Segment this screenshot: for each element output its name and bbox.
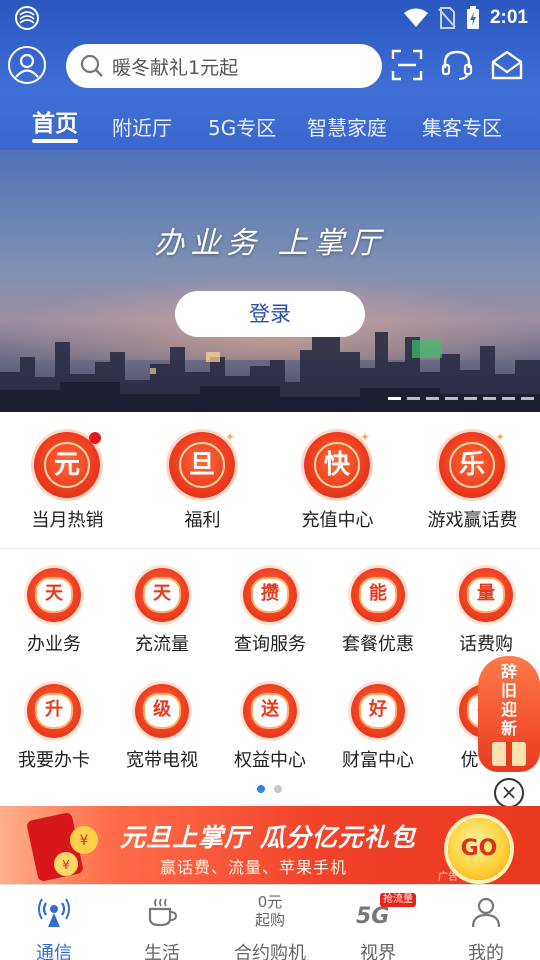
promo-banner[interactable]: ¥ ¥ 元旦上掌厅 瓜分亿元礼包 赢话费、流量、苹果手机 GO 广告 [0, 806, 540, 884]
search-icon [80, 54, 103, 77]
featured-game[interactable]: 乐 ✦ 游戏赢话费 [405, 426, 540, 536]
nav-life[interactable]: 生活 [108, 885, 216, 960]
hao-badge-icon: 好 [351, 684, 405, 738]
hero-banner[interactable]: 办业务 上掌厅 登录 [0, 150, 540, 412]
service-label: 财富中心 [342, 750, 414, 771]
promo-title: 元旦上掌厅 瓜分亿元礼包 [120, 823, 416, 852]
gift-icon [492, 742, 526, 766]
tab-home[interactable]: 首页 [32, 104, 78, 138]
search-placeholder: 暖冬献礼1元起 [112, 56, 239, 79]
floating-ad[interactable]: 辞旧迎新 [478, 656, 540, 772]
status-bar: 2:01 [0, 0, 540, 36]
tian-badge-icon: 天 [135, 568, 189, 622]
service-label: 充流量 [135, 634, 189, 655]
login-button[interactable]: 登录 [175, 291, 365, 337]
nav-vision[interactable]: 5G 抢流量 视界 [324, 885, 432, 960]
status-icons: 2:01 [403, 6, 528, 30]
search-input[interactable]: 暖冬献礼1元起 [66, 44, 382, 88]
zan-badge-icon: 攒 [243, 568, 297, 622]
featured-row: 元 当月热销 旦 ✦ 福利 快 ✦ 充值中心 乐 ✦ 游戏赢话费 [0, 426, 540, 536]
banner-slogan: 办业务 上掌厅 [154, 226, 386, 261]
featured-label: 当月热销 [31, 510, 104, 531]
featured-label: 充值中心 [301, 510, 374, 531]
service-label: 套餐优惠 [342, 634, 414, 655]
headset-icon[interactable] [440, 48, 474, 82]
sheng-badge-icon: 升 [27, 684, 81, 738]
banner-pager [388, 397, 534, 400]
service-business[interactable]: 天 办业务 [0, 562, 108, 672]
zero-yuan-icon: 0元 起购 [254, 893, 285, 929]
song-badge-icon: 送 [243, 684, 297, 738]
featured-monthly-hot[interactable]: 元 当月热销 [0, 426, 135, 536]
avatar[interactable] [8, 46, 46, 84]
svg-text:5G: 5G [356, 904, 389, 929]
nav-label: 我的 [468, 943, 504, 960]
signal-icon [38, 898, 70, 927]
floating-ad-text: 辞旧迎新 [500, 662, 517, 738]
ad-tag: 广告 [438, 872, 458, 883]
nav-label: 合约购机 [234, 943, 306, 960]
scan-icon[interactable] [390, 48, 424, 82]
service-label: 查询服务 [234, 634, 306, 655]
red-envelope-icon: ¥ ¥ [27, 813, 98, 881]
coffee-icon [148, 898, 178, 927]
featured-recharge[interactable]: 快 ✦ 充值中心 [270, 426, 405, 536]
service-data-recharge[interactable]: 天 充流量 [108, 562, 216, 672]
service-benefits[interactable]: 送 权益中心 [216, 678, 324, 788]
service-query[interactable]: 攒 查询服务 [216, 562, 324, 672]
service-label: 我要办卡 [18, 750, 90, 771]
nav-label: 视界 [360, 943, 396, 960]
svg-text:¥: ¥ [62, 858, 70, 872]
person-icon [471, 897, 501, 928]
grid-pager [257, 785, 282, 793]
sparkle-icon: ✦ [225, 430, 236, 444]
sparkle-icon: ✦ [495, 430, 506, 444]
user-icon [15, 53, 39, 78]
carrier-logo-icon [15, 6, 39, 30]
section-divider [0, 548, 540, 549]
message-icon[interactable] [490, 48, 524, 82]
top-toolbar: 暖冬献礼1元起 [0, 42, 540, 90]
nav-mine[interactable]: 我的 [432, 885, 540, 960]
sparkle-icon: ✦ [360, 430, 371, 444]
wifi-icon [403, 8, 428, 27]
svg-text:¥: ¥ [80, 833, 89, 849]
nav-label: 通信 [36, 943, 72, 960]
close-icon[interactable]: × [494, 778, 524, 808]
notification-dot [89, 432, 101, 444]
tab-nearby[interactable]: 附近厅 [112, 112, 172, 141]
liang-badge-icon: 量 [459, 568, 513, 622]
service-label: 宽带电视 [126, 750, 198, 771]
nav-badge: 抢流量 [380, 893, 416, 907]
service-plan-offers[interactable]: 能 套餐优惠 [324, 562, 432, 672]
service-credit-shop[interactable]: 量 话费购 [432, 562, 540, 672]
bottom-nav: 通信 生活 0元 起购 合约购机 5G 抢流量 视界 我的 [0, 884, 540, 960]
featured-welfare[interactable]: 旦 ✦ 福利 [135, 426, 270, 536]
tab-active-indicator [32, 139, 78, 143]
ji-badge-icon: 级 [135, 684, 189, 738]
nav-label: 生活 [144, 943, 180, 960]
service-get-sim[interactable]: 升 我要办卡 [0, 678, 108, 788]
neng-badge-icon: 能 [351, 568, 405, 622]
tab-bar: 首页 附近厅 5G专区 智慧家庭 集客专区 [0, 104, 540, 148]
featured-label: 游戏赢话费 [427, 510, 518, 531]
featured-label: 福利 [184, 510, 221, 531]
service-wealth[interactable]: 好 财富中心 [324, 678, 432, 788]
tab-smart-home[interactable]: 智慧家庭 [307, 112, 387, 141]
service-broadband-tv[interactable]: 级 宽带电视 [108, 678, 216, 788]
status-time: 2:01 [489, 7, 528, 28]
tab-5g[interactable]: 5G专区 [208, 112, 276, 141]
promo-subtitle: 赢话费、流量、苹果手机 [160, 858, 348, 877]
tab-enterprise[interactable]: 集客专区 [422, 112, 502, 141]
service-label: 权益中心 [234, 750, 306, 771]
nav-contract-phone[interactable]: 0元 起购 合约购机 [216, 885, 324, 960]
service-label: 话费购 [459, 634, 513, 655]
header: 2:01 暖冬献礼1元起 首页 附近厅 5G专区 智慧家庭 集客专区 [0, 0, 540, 150]
nav-communication[interactable]: 通信 [0, 885, 108, 960]
service-label: 办业务 [27, 634, 81, 655]
battery-charging-icon [466, 6, 479, 29]
tian-badge-icon: 天 [27, 568, 81, 622]
no-sim-icon [438, 7, 456, 29]
